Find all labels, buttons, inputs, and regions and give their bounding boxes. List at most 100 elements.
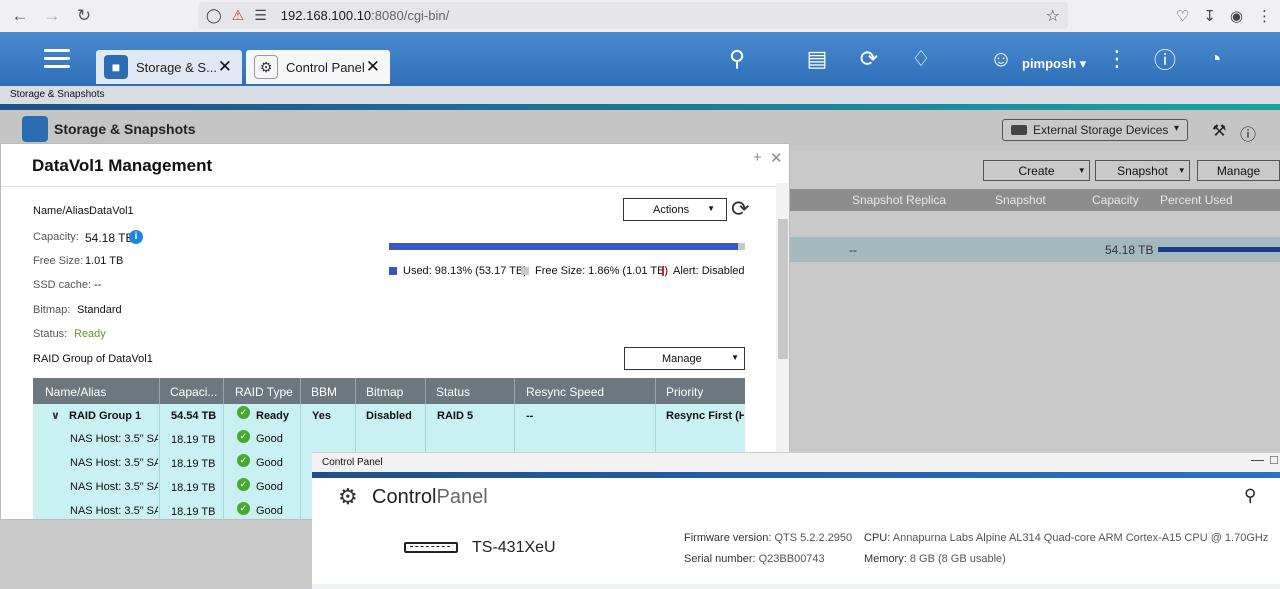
col-capacity[interactable]: Capaci... [170, 385, 222, 399]
capacity-value: 54.18 TB [85, 231, 134, 245]
shield-icon[interactable]: ◯ [206, 7, 222, 24]
external-storage-devices-button[interactable]: External Storage Devices ▾ [1002, 119, 1188, 141]
user-avatar-icon[interactable]: ☺ [988, 46, 1014, 72]
control-panel-titlebar-text: Control Panel [322, 457, 383, 468]
close-icon[interactable]: ✕ [366, 57, 380, 77]
capacity-label: Capacity: [33, 231, 79, 243]
close-icon[interactable]: ✕ [770, 149, 783, 167]
tab-control-panel[interactable]: ⚙ Control Panel ✕ [246, 50, 390, 84]
legend-free-swatch [521, 267, 529, 275]
disk-name[interactable]: NAS Host: 3.5" SAT... [70, 433, 158, 445]
raid-table-header: Name/Alias Capaci... RAID Type BBM Bitma… [33, 378, 745, 404]
permissions-icon[interactable]: ☰ [254, 7, 267, 24]
free-size-value: 1.01 TB [85, 255, 124, 267]
col-divider[interactable] [514, 378, 515, 404]
tab-storage[interactable]: ■ Storage & S... ✕ [96, 50, 242, 84]
col-capacity[interactable]: Capacity [1092, 193, 1139, 207]
col-divider[interactable] [300, 378, 301, 404]
search-icon[interactable]: ⚲ [724, 46, 750, 72]
pocket-icon[interactable]: ♡ [1176, 7, 1189, 25]
maximize-icon[interactable]: + [753, 149, 762, 166]
tools-icon[interactable]: ⚒ [1212, 121, 1226, 141]
actions-button[interactable]: Actions ▼ [623, 198, 727, 221]
manage-button[interactable]: Manage ▼ [624, 347, 745, 370]
col-divider[interactable] [223, 378, 224, 404]
raid-group-name[interactable]: RAID Group 1 [69, 410, 141, 422]
col-raid-type[interactable]: RAID Type [235, 385, 293, 399]
col-percent-used[interactable]: Percent Used [1160, 193, 1233, 207]
info-icon[interactable]: i [129, 230, 143, 244]
manage-volume-button[interactable]: Manage [1197, 160, 1280, 181]
firmware-label: Firmware version: [684, 532, 772, 544]
col-snapshot-replica[interactable]: Snapshot Replica [852, 193, 946, 207]
chevron-down-icon[interactable]: ∨ [51, 409, 60, 422]
col-bbm[interactable]: BBM [311, 385, 337, 399]
name-alias-value: DataVol1 [89, 205, 134, 217]
dialog-title: DataVol1 Management [32, 156, 213, 175]
col-name-alias[interactable]: Name/Alias [45, 385, 106, 399]
browser-toolbar: ← → ↻ ◯ ⚠ ☰ 192.168.100.10:8080/cgi-bin/… [0, 0, 1280, 32]
snapshot-button[interactable]: Snapshot ▾ [1095, 160, 1190, 181]
col-priority[interactable]: Priority [666, 385, 703, 399]
forward-icon[interactable]: → [36, 0, 68, 32]
back-icon[interactable]: ← [4, 0, 36, 32]
close-icon[interactable]: ✕ [218, 57, 232, 77]
col-divider[interactable] [655, 378, 656, 404]
raid-group-bitmap: Disabled [366, 410, 412, 422]
legend-free: Free Size: 1.86% (1.01 TB) [521, 265, 668, 277]
main-menu-icon[interactable] [44, 49, 70, 69]
col-divider[interactable] [159, 378, 160, 404]
search-icon[interactable]: ⚲ [1244, 486, 1256, 506]
account-icon[interactable]: ◉ [1230, 7, 1243, 25]
col-divider[interactable] [425, 378, 426, 404]
user-menu[interactable]: pimposh ▾ [1022, 56, 1086, 72]
disk-state: Good [256, 433, 283, 445]
refresh-icon[interactable]: ⟳ [731, 196, 749, 222]
disk-capacity: 18.19 TB [171, 506, 216, 518]
background-tasks-icon[interactable]: ▤ [804, 46, 830, 72]
address-bar[interactable]: ◯ ⚠ ☰ 192.168.100.10:8080/cgi-bin/ ☆ [198, 2, 1068, 29]
notification-bell-icon[interactable]: ♢ [908, 46, 934, 72]
more-options-icon[interactable]: ⋮ [1104, 46, 1130, 72]
raid-group-section-label: RAID Group of DataVol1 [33, 353, 153, 365]
legend-free-text: Free Size: 1.86% (1.01 TB) [535, 265, 669, 277]
chevron-down-icon: ▼ [731, 353, 739, 362]
storage-window-titlebar: Storage & Snapshots [0, 86, 1280, 104]
storage-title: Storage & Snapshots [54, 121, 196, 137]
download-icon[interactable]: ↧ [1203, 7, 1216, 25]
help-icon[interactable]: ⓘ [1240, 121, 1256, 145]
row-snapshot-replica: -- [849, 243, 857, 257]
legend-used-swatch [389, 267, 397, 275]
user-name: pimposh [1022, 56, 1077, 71]
sync-icon[interactable]: ⟳ [856, 46, 882, 72]
legend-used-text: Used: 98.13% (53.17 TB) [403, 265, 527, 277]
col-status[interactable]: Status [436, 385, 470, 399]
create-button[interactable]: Create ▾ [983, 160, 1090, 181]
bookmark-star-icon[interactable]: ☆ [1046, 6, 1060, 26]
usage-bar-used [389, 243, 739, 250]
legend-alert-text: Alert: Disabled [673, 265, 745, 277]
external-device-icon [1011, 125, 1027, 135]
disk-name[interactable]: NAS Host: 3.5" SAT... [70, 481, 158, 493]
reload-icon[interactable]: ↻ [68, 0, 100, 32]
storage-app-icon: ■ [104, 55, 128, 79]
control-panel-titlebar[interactable]: Control Panel [312, 452, 1280, 472]
dashboard-gauge-icon[interactable]: ◔ [1202, 46, 1228, 72]
col-divider[interactable] [355, 378, 356, 404]
maximize-icon[interactable]: □ [1270, 452, 1278, 467]
disk-name[interactable]: NAS Host: 3.5" SAT... [70, 505, 158, 517]
storage-window-titlebar-text: Storage & Snapshots [10, 89, 105, 100]
col-snapshot[interactable]: Snapshot [995, 193, 1046, 207]
info-icon[interactable]: ⓘ [1152, 46, 1178, 73]
ssd-cache-label: SSD cache: [33, 279, 92, 291]
check-circle-icon: ✓ [237, 454, 250, 467]
memory-value: 8 GB (8 GB usable) [909, 553, 1006, 565]
disk-name[interactable]: NAS Host: 3.5" SAT... [70, 457, 158, 469]
scrollbar-thumb[interactable] [778, 219, 788, 359]
col-bitmap[interactable]: Bitmap [366, 385, 403, 399]
insecure-lock-icon[interactable]: ⚠ [232, 7, 245, 24]
col-resync-speed[interactable]: Resync Speed [526, 385, 604, 399]
url-text[interactable]: 192.168.100.10:8080/cgi-bin/ [281, 8, 449, 23]
browser-menu-icon[interactable]: ⋮ [1257, 7, 1272, 25]
minimize-icon[interactable]: — [1251, 452, 1264, 467]
